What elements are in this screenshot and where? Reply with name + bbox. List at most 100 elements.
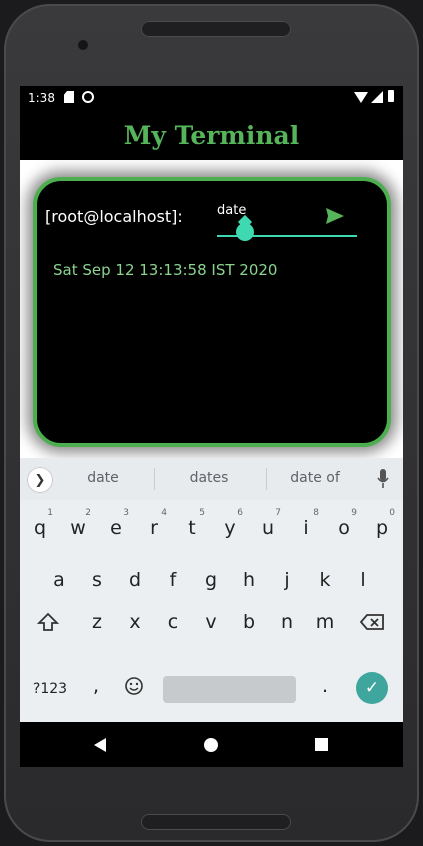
symbols-key[interactable]: ?123 <box>28 674 72 704</box>
key-label: k <box>319 569 331 591</box>
key-hint: 2 <box>85 508 91 518</box>
key-label: l <box>360 569 366 591</box>
key-y[interactable]: y6 <box>212 506 248 550</box>
key-hint: 0 <box>389 508 395 518</box>
home-icon[interactable] <box>204 738 218 752</box>
key-label: e <box>110 517 122 539</box>
key-d[interactable]: d <box>117 558 153 602</box>
microphone-icon[interactable] <box>376 468 390 490</box>
key-label: o <box>338 517 350 539</box>
text-cursor-handle[interactable] <box>236 223 254 241</box>
suggestion-strip: ❯ date dates date of <box>20 458 403 500</box>
back-icon[interactable] <box>94 738 106 752</box>
suggestion-2[interactable]: dates <box>159 470 259 486</box>
terminal-card: [root@localhost]: Sat Sep 12 13:13:58 IS… <box>33 177 391 447</box>
key-label: i <box>303 517 309 539</box>
key-l[interactable]: l <box>345 558 381 602</box>
sync-icon <box>82 91 94 103</box>
key-label: , <box>92 675 100 697</box>
key-hint: 4 <box>161 508 167 518</box>
shift-key[interactable] <box>30 600 66 644</box>
shift-icon <box>37 612 59 631</box>
suggestion-divider <box>154 468 155 490</box>
suggestion-1[interactable]: date <box>53 470 153 486</box>
key-hint: 7 <box>275 508 281 518</box>
status-time: 1:38 <box>28 91 55 105</box>
key-i[interactable]: i8 <box>288 506 324 550</box>
battery-icon <box>388 90 394 102</box>
send-button[interactable] <box>325 207 345 225</box>
key-u[interactable]: u7 <box>250 506 286 550</box>
key-s[interactable]: s <box>79 558 115 602</box>
sd-card-icon <box>64 91 74 103</box>
key-label: x <box>129 611 141 633</box>
key-c[interactable]: c <box>155 600 191 644</box>
key-label: . <box>321 675 329 697</box>
key-label: v <box>205 611 217 633</box>
key-f[interactable]: f <box>155 558 191 602</box>
terminal-prompt: [root@localhost]: <box>45 207 183 226</box>
recents-icon[interactable] <box>315 738 328 751</box>
suggestion-3[interactable]: date of <box>265 470 365 486</box>
command-input[interactable] <box>217 203 337 218</box>
key-n[interactable]: n <box>269 600 305 644</box>
expand-suggestions-button[interactable]: ❯ <box>28 468 52 492</box>
top-speaker <box>141 21 291 37</box>
key-t[interactable]: t5 <box>174 506 210 550</box>
key-hint: 1 <box>47 508 53 518</box>
key-a[interactable]: a <box>41 558 77 602</box>
key-label: d <box>128 569 142 591</box>
key-k[interactable]: k <box>307 558 343 602</box>
status-bar: 1:38 <box>20 86 403 110</box>
key-label: z <box>92 611 102 633</box>
key-hint: 3 <box>123 508 129 518</box>
check-icon: ✓ <box>364 678 380 698</box>
key-label: m <box>315 611 335 633</box>
enter-key[interactable]: ✓ <box>356 672 388 704</box>
key-label: f <box>169 569 177 591</box>
key-x[interactable]: x <box>117 600 153 644</box>
chevron-right-icon: ❯ <box>34 472 46 488</box>
key-label: h <box>242 569 256 591</box>
key-p[interactable]: p0 <box>364 506 400 550</box>
screen: 1:38 My Terminal [root@localhost]: Sat S… <box>20 86 403 767</box>
command-output: Sat Sep 12 13:13:58 IST 2020 <box>53 261 278 279</box>
key-z[interactable]: z <box>79 600 115 644</box>
key-hint: 6 <box>237 508 243 518</box>
backspace-icon <box>359 614 384 630</box>
wifi-icon <box>354 92 368 103</box>
key-label: w <box>70 517 86 539</box>
navigation-bar <box>20 722 403 767</box>
key-b[interactable]: b <box>231 600 267 644</box>
space-key[interactable] <box>163 676 296 703</box>
key-label: n <box>280 611 294 633</box>
app-bar: My Terminal <box>20 110 403 160</box>
emoji-key[interactable] <box>116 664 152 708</box>
emoji-icon <box>125 677 143 695</box>
key-g[interactable]: g <box>193 558 229 602</box>
key-label: q <box>33 517 47 539</box>
key-w[interactable]: w2 <box>60 506 96 550</box>
key-r[interactable]: r4 <box>136 506 172 550</box>
key-hint: 5 <box>199 508 205 518</box>
key-hint: 9 <box>351 508 357 518</box>
key-j[interactable]: j <box>269 558 305 602</box>
key-o[interactable]: o9 <box>326 506 362 550</box>
app-title: My Terminal <box>123 120 300 150</box>
key-q[interactable]: q1 <box>22 506 58 550</box>
key-label: a <box>53 569 65 591</box>
key-hint: 8 <box>313 508 319 518</box>
comma-key[interactable]: , <box>78 664 114 708</box>
key-e[interactable]: e3 <box>98 506 134 550</box>
key-v[interactable]: v <box>193 600 229 644</box>
key-label: r <box>150 517 158 539</box>
key-label: g <box>204 569 218 591</box>
soft-keyboard: ❯ date dates date of q1 w2 e3 r4 t5 y6 u… <box>20 458 403 722</box>
backspace-key[interactable] <box>354 600 390 644</box>
key-m[interactable]: m <box>307 600 343 644</box>
key-label: u <box>261 517 275 539</box>
content-area: [root@localhost]: Sat Sep 12 13:13:58 IS… <box>20 160 403 458</box>
period-key[interactable]: . <box>307 664 343 708</box>
key-h[interactable]: h <box>231 558 267 602</box>
key-label: j <box>284 569 290 591</box>
